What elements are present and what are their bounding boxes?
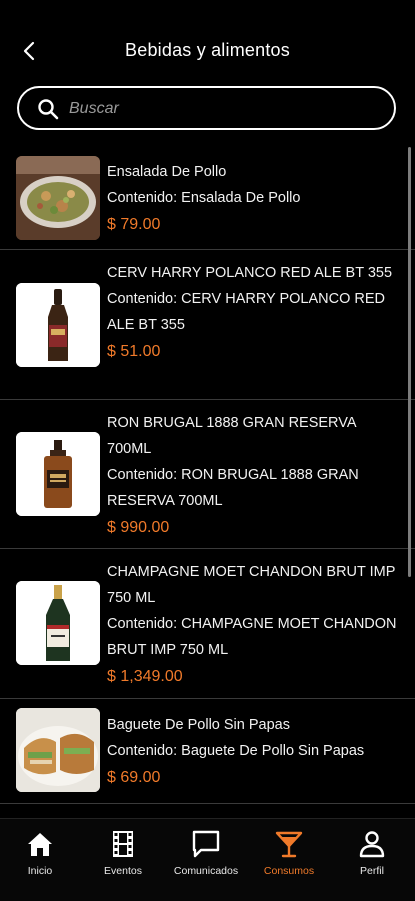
product-name: RON BRUGAL 1888 GRAN RESERVA 700ML	[107, 415, 356, 457]
product-name: CHAMPAGNE MOET CHANDON BRUT IMP 750 ML	[107, 564, 396, 606]
list-item[interactable]: RON BRUGAL 1888 GRAN RESERVA 700ML Conte…	[0, 400, 415, 549]
search-icon	[38, 99, 59, 120]
product-price: $ 69.00	[107, 769, 161, 786]
tab-label: Consumos	[263, 865, 315, 877]
home-icon	[28, 833, 52, 856]
product-contenido: Contenido: Baguete De Pollo Sin Papas	[107, 743, 365, 759]
product-price: $ 990.00	[107, 519, 170, 536]
product-name: Ensalada De Pollo	[107, 164, 227, 180]
product-image	[16, 708, 100, 792]
product-name: CERV HARRY POLANCO RED ALE BT 355	[107, 265, 393, 281]
list-item[interactable]: CERV HARRY POLANCO RED ALE BT 355 Conten…	[0, 250, 415, 400]
bottom-tab-bar: Inicio Eventos Comunicados Consumos Perf…	[0, 818, 415, 901]
tab-perfil[interactable]: Perfil	[332, 829, 412, 877]
product-image	[16, 581, 100, 665]
product-price: $ 51.00	[107, 343, 161, 360]
tab-label: Eventos	[104, 865, 142, 877]
film-icon	[113, 831, 133, 857]
product-list[interactable]: Ensalada De Pollo Contenido: Ensalada De…	[0, 145, 415, 817]
list-item[interactable]: CHAMPAGNE MOET CHANDON BRUT IMP 750 ML C…	[0, 549, 415, 699]
tab-inicio[interactable]: Inicio	[0, 829, 80, 877]
product-image	[16, 432, 100, 516]
cocktail-icon	[275, 831, 303, 858]
tab-eventos[interactable]: Eventos	[83, 829, 163, 877]
product-contenido: Contenido: CHAMPAGNE MOET CHANDON BRUT I…	[107, 616, 397, 658]
search-input[interactable]	[67, 96, 371, 122]
product-image	[16, 156, 100, 240]
product-image	[16, 283, 100, 367]
chat-icon	[192, 830, 220, 858]
product-contenido: Contenido: Ensalada De Pollo	[107, 190, 301, 206]
scrollbar[interactable]	[408, 147, 411, 577]
page-title: Bebidas y alimentos	[125, 40, 290, 60]
tab-label: Inicio	[27, 865, 53, 877]
tab-comunicados[interactable]: Comunicados	[166, 829, 246, 877]
list-item[interactable]: Ensalada De Pollo Contenido: Ensalada De…	[0, 145, 415, 250]
tab-consumos[interactable]: Consumos	[249, 829, 329, 877]
person-icon	[359, 831, 385, 858]
tab-label: Comunicados	[173, 865, 239, 877]
product-price: $ 79.00	[107, 216, 161, 233]
list-item[interactable]: Baguete De Pollo Sin Papas Contenido: Ba…	[0, 699, 415, 804]
product-name: Baguete De Pollo Sin Papas	[107, 717, 290, 733]
search-bar[interactable]	[17, 86, 396, 130]
product-contenido: Contenido: CERV HARRY POLANCO RED ALE BT…	[107, 291, 386, 333]
product-contenido: Contenido: RON BRUGAL 1888 GRAN RESERVA …	[107, 467, 359, 509]
product-price: $ 1,349.00	[107, 668, 183, 685]
tab-label: Perfil	[360, 865, 384, 877]
header: Bebidas y alimentos	[0, 0, 415, 80]
